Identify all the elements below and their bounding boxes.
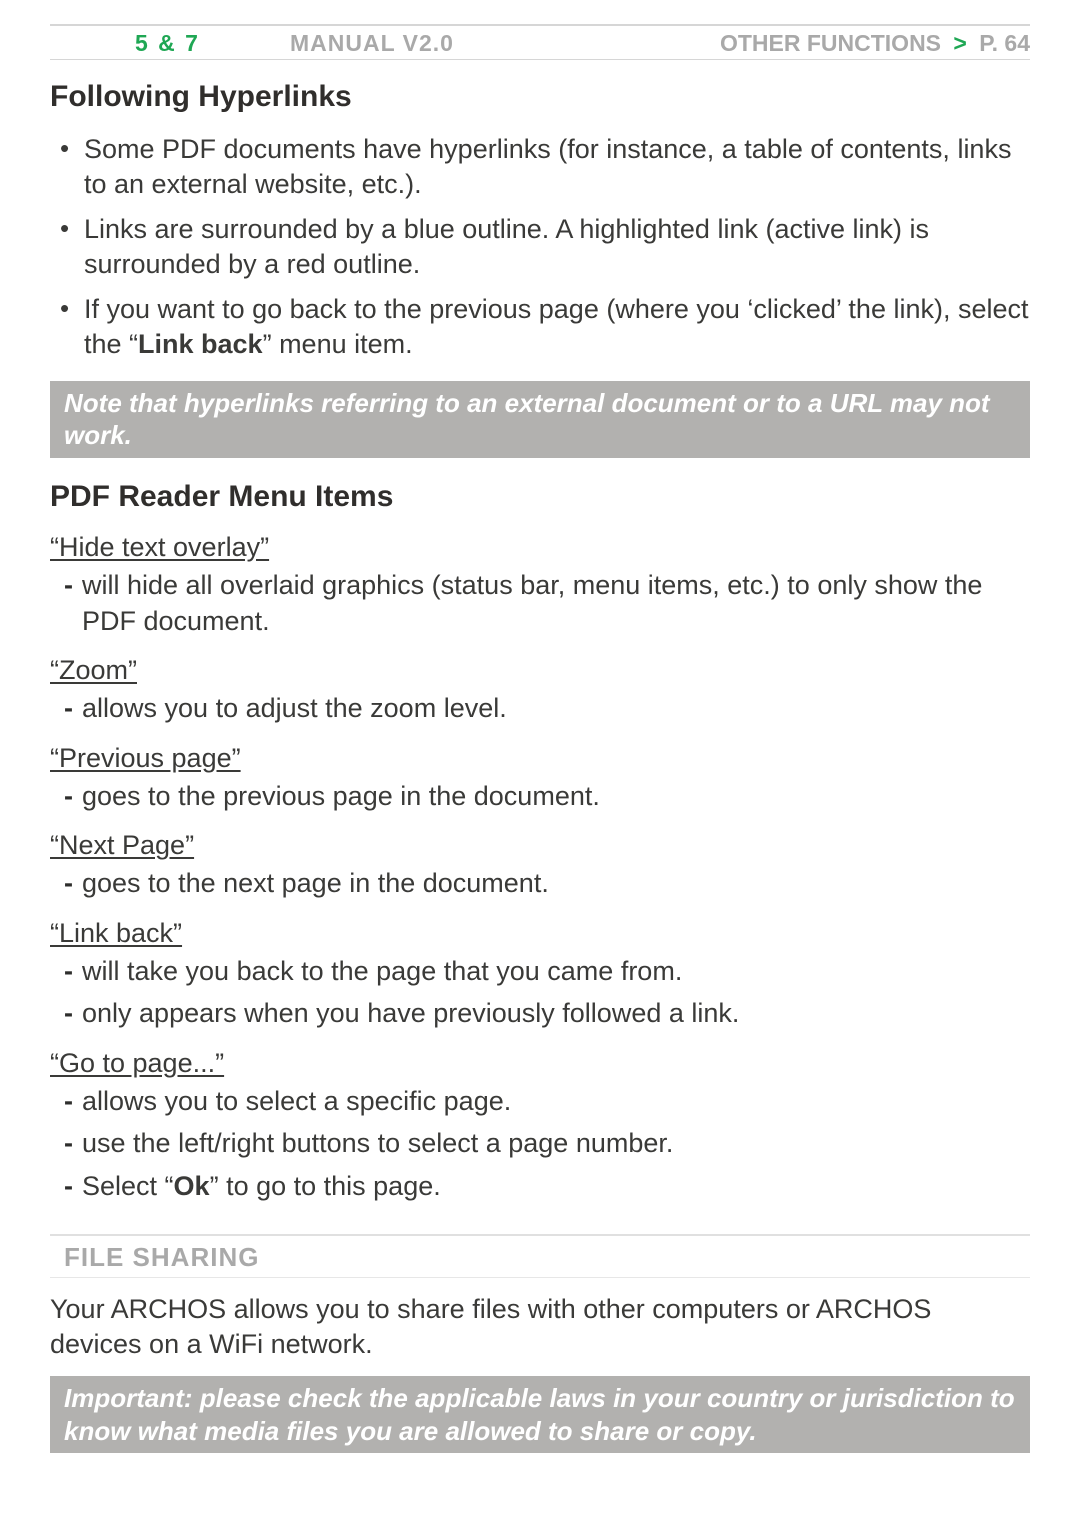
dash-list: will hide all overlaid graphics (status … <box>50 567 1030 640</box>
breadcrumb-section: OTHER FUNCTIONS <box>720 30 941 56</box>
bold-ok: Ok <box>174 1171 210 1201</box>
heading-file-sharing: FILE SHARING <box>64 1242 1030 1273</box>
menu-item-name: “Link back” <box>50 918 1030 949</box>
note-file-sharing: Important: please check the applicable l… <box>50 1376 1030 1453</box>
manual-version-label: MANUAL V2.0 <box>290 30 454 57</box>
list-item: Select “Ok” to go to this page. <box>82 1168 1030 1204</box>
header-rule-top <box>50 24 1030 26</box>
list-item: will take you back to the page that you … <box>82 953 1030 989</box>
bullet-list-hyperlinks: Some PDF documents have hyperlinks (for … <box>50 132 1030 363</box>
list-item: will hide all overlaid graphics (status … <box>82 567 1030 640</box>
file-sharing-body: Your ARCHOS allows you to share files wi… <box>50 1292 1030 1362</box>
menu-item-name: “Zoom” <box>50 655 1030 686</box>
list-item: only appears when you have previously fo… <box>82 995 1030 1031</box>
page-number: P. 64 <box>979 30 1030 56</box>
dash-list: allows you to select a specific page. us… <box>50 1083 1030 1204</box>
list-item: If you want to go back to the previous p… <box>84 292 1030 362</box>
header-rule-bottom <box>50 59 1030 60</box>
menu-item-name: “Go to page...” <box>50 1048 1030 1079</box>
text: ” to go to this page. <box>210 1171 441 1201</box>
bold-link-back: Link back <box>138 329 263 359</box>
chevron-right-icon: > <box>947 30 972 56</box>
product-label: 5 & 7 <box>135 30 200 57</box>
page-header: 5 & 7 MANUAL V2.0 OTHER FUNCTIONS > P. 6… <box>50 30 1030 57</box>
breadcrumb: OTHER FUNCTIONS > P. 64 <box>720 30 1030 57</box>
dash-list: goes to the next page in the document. <box>50 865 1030 901</box>
text: Select “ <box>82 1171 174 1201</box>
heading-pdf-reader-menu: PDF Reader Menu Items <box>50 480 1030 514</box>
text: ” menu item. <box>263 329 413 359</box>
section-rule-bottom <box>50 1277 1030 1278</box>
dash-list: allows you to adjust the zoom level. <box>50 690 1030 726</box>
list-item: goes to the next page in the document. <box>82 865 1030 901</box>
page-root: 5 & 7 MANUAL V2.0 OTHER FUNCTIONS > P. 6… <box>0 0 1080 1535</box>
list-item: Links are surrounded by a blue outline. … <box>84 212 1030 282</box>
section-rule-top <box>50 1234 1030 1236</box>
list-item: use the left/right buttons to select a p… <box>82 1125 1030 1161</box>
note-hyperlinks: Note that hyperlinks referring to an ext… <box>50 381 1030 458</box>
dash-list: will take you back to the page that you … <box>50 953 1030 1032</box>
list-item: allows you to select a specific page. <box>82 1083 1030 1119</box>
menu-item-name: “Previous page” <box>50 743 1030 774</box>
menu-item-name: “Next Page” <box>50 830 1030 861</box>
list-item: goes to the previous page in the documen… <box>82 778 1030 814</box>
list-item: allows you to adjust the zoom level. <box>82 690 1030 726</box>
list-item: Some PDF documents have hyperlinks (for … <box>84 132 1030 202</box>
menu-item-name: “Hide text overlay” <box>50 532 1030 563</box>
heading-following-hyperlinks: Following Hyperlinks <box>50 80 1030 114</box>
dash-list: goes to the previous page in the documen… <box>50 778 1030 814</box>
